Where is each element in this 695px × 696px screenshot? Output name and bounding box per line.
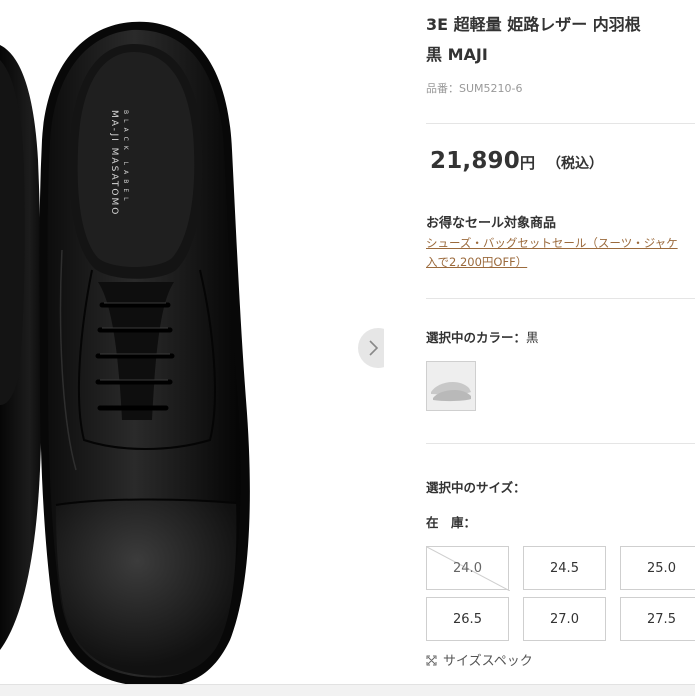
shoe-thumbnail-icon	[427, 362, 475, 410]
price-tax-note: （税込）	[546, 156, 603, 172]
divider	[426, 123, 695, 124]
color-swatch-black[interactable]	[426, 361, 476, 411]
product-image-gallery[interactable]: MA-JI MASATOMO BLACK LABEL	[0, 0, 384, 695]
sale-campaign-link[interactable]: シューズ・バッグセットセール（スーツ・ジャケ 入で2,200円OFF）	[426, 234, 695, 272]
product-title: 3E 超軽量 姫路レザー 内羽根 黒 MAJI	[426, 10, 695, 70]
price-unit: 円	[519, 154, 535, 172]
product-photo: MA-JI MASATOMO BLACK LABEL	[0, 21, 250, 687]
insole-logo: MA-JI MASATOMO BLACK LABEL	[109, 110, 129, 216]
sale-heading: お得なセール対象商品	[426, 216, 557, 231]
item-code: 品番：SUM5210-6	[426, 82, 523, 95]
size-spec-label[interactable]: サイズスペック	[443, 654, 533, 669]
product-title-line2: 黒 MAJI	[426, 45, 488, 64]
sale-link-line1[interactable]: シューズ・バッグセットセール（スーツ・ジャケ	[426, 234, 695, 253]
size-option-27-5[interactable]: 27.5	[620, 597, 695, 641]
svg-text:MA-JI MASATOMO: MA-JI MASATOMO	[109, 110, 119, 216]
size-option-25-0[interactable]: 25.0	[620, 546, 695, 590]
size-spec-link[interactable]: サイズスペック	[426, 650, 533, 669]
size-option-24-5[interactable]: 24.5	[523, 546, 606, 590]
stock-label: 在 庫：	[426, 515, 477, 530]
sale-link-line2[interactable]: 入で2,200円OFF）	[426, 253, 695, 272]
selected-size-label: 選択中のサイズ：	[426, 480, 526, 495]
size-option-24-0[interactable]: 24.0	[426, 546, 510, 591]
product-title-line1: 3E 超軽量 姫路レザー 内羽根	[426, 15, 641, 34]
product-info-panel: 3E 超軽量 姫路レザー 内羽根 黒 MAJI 品番：SUM5210-6 21,…	[384, 0, 695, 695]
price-value: 21,890	[430, 148, 520, 174]
size-option-26-5[interactable]: 26.5	[426, 597, 509, 641]
divider	[426, 298, 695, 299]
svg-text:BLACK LABEL: BLACK LABEL	[122, 110, 129, 205]
chevron-right-icon	[369, 340, 379, 356]
expand-icon	[426, 655, 437, 666]
price: 21,890円 （税込）	[430, 148, 603, 174]
color-value: 黒	[526, 330, 539, 345]
selected-color-label: 選択中のカラー：黒	[426, 327, 539, 346]
bottom-bar	[0, 684, 695, 696]
size-options: 24.0 24.5 25.0 26.5 27.0 27.5	[426, 546, 695, 644]
color-label-text: 選択中のカラー：	[426, 330, 527, 345]
divider	[426, 443, 695, 444]
size-option-27-0[interactable]: 27.0	[523, 597, 606, 641]
